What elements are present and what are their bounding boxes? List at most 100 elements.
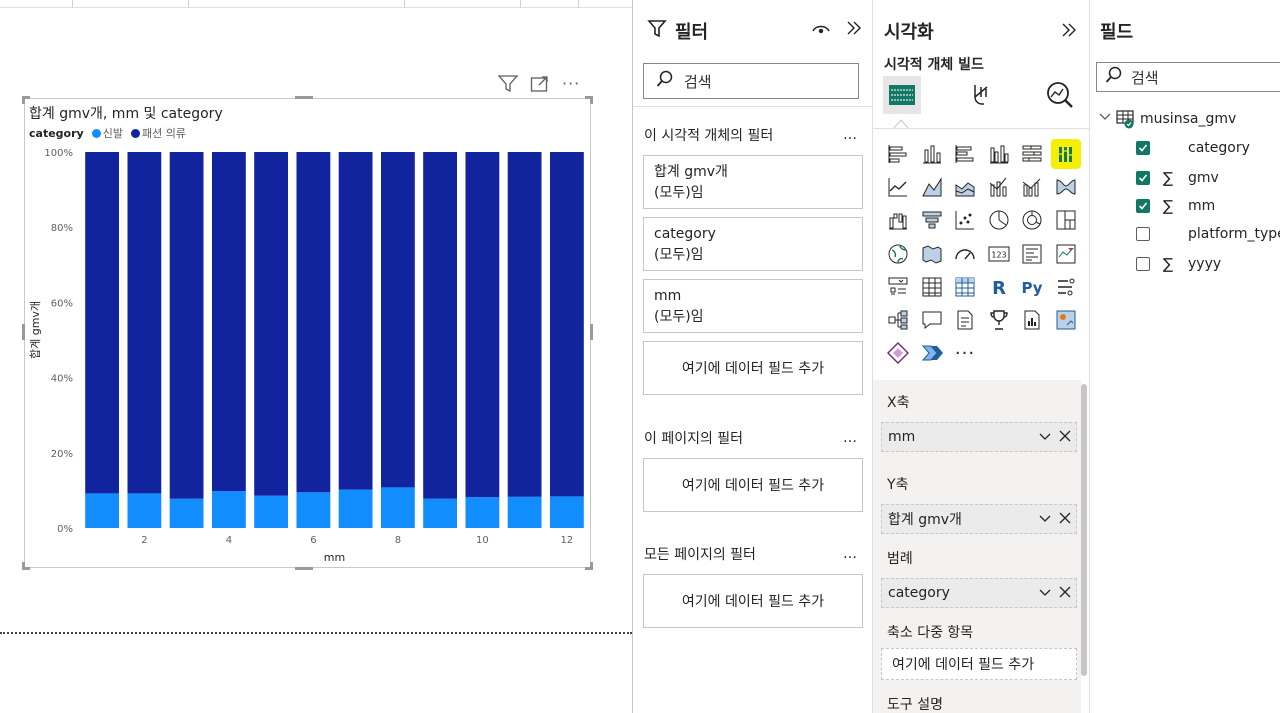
bar-shoes[interactable] <box>423 498 457 528</box>
resize-handle[interactable] <box>590 562 593 570</box>
checkbox[interactable] <box>1136 227 1150 242</box>
resize-handle[interactable] <box>295 567 313 570</box>
checkbox[interactable] <box>1136 256 1150 271</box>
bar-apparel[interactable] <box>507 152 542 497</box>
format-visual-tab[interactable] <box>962 76 1000 114</box>
key-influencers-icon[interactable] <box>1051 272 1081 302</box>
kpi-icon[interactable] <box>1051 239 1081 269</box>
area-chart-icon[interactable] <box>917 172 947 202</box>
gauge-icon[interactable] <box>950 239 980 269</box>
stacked-area-chart-icon[interactable] <box>950 172 980 202</box>
build-visual-tab[interactable] <box>883 76 921 114</box>
waterfall-chart-icon[interactable] <box>883 205 913 235</box>
bar-apparel[interactable] <box>169 152 204 499</box>
bar-shoes[interactable] <box>507 496 542 528</box>
bar-shoes[interactable] <box>381 487 415 528</box>
decomposition-tree-icon[interactable] <box>883 305 913 335</box>
bar-shoes[interactable] <box>169 498 204 528</box>
bar-shoes[interactable] <box>550 496 584 528</box>
ribbon-chart-icon[interactable] <box>1051 172 1081 202</box>
filter-icon[interactable] <box>498 74 518 93</box>
stacked-column-chart-icon[interactable] <box>917 139 947 169</box>
bar-shoes[interactable] <box>212 491 246 528</box>
filled-map-icon[interactable] <box>917 239 947 269</box>
chevron-down-icon[interactable] <box>1038 585 1052 603</box>
small-multiples-well[interactable]: 여기에 데이터 필드 추가 <box>881 648 1077 680</box>
bar-shoes[interactable] <box>254 495 288 528</box>
treemap-icon[interactable] <box>1051 205 1081 235</box>
slicer-icon[interactable] <box>883 272 913 302</box>
bar-apparel[interactable] <box>465 152 500 498</box>
filter-card-mm[interactable]: mm (모두)임 <box>643 279 863 333</box>
checkbox-checked[interactable] <box>1136 141 1150 155</box>
line-and-clustered-column-icon[interactable] <box>1017 172 1047 202</box>
legend-well[interactable]: category <box>881 578 1077 608</box>
more-options-icon[interactable]: ··· <box>562 74 580 93</box>
bar-shoes[interactable] <box>127 493 162 528</box>
arcgis-map-icon[interactable] <box>1051 305 1081 335</box>
collapse-pane-icon[interactable] <box>846 20 862 40</box>
more-visuals-icon[interactable]: ··· <box>950 338 980 368</box>
100-stacked-bar-chart-icon[interactable] <box>1017 139 1047 169</box>
bar-shoes[interactable] <box>85 493 119 528</box>
pie-chart-icon[interactable] <box>984 205 1014 235</box>
bar-apparel[interactable] <box>381 152 415 488</box>
python-visual-icon[interactable]: Py <box>1017 272 1047 302</box>
report-canvas[interactable]: ··· 합계 gmv개, mm 및 category category 신발 패… <box>0 8 632 713</box>
close-icon[interactable] <box>1058 585 1072 603</box>
resize-handle[interactable] <box>22 324 25 340</box>
chevron-down-icon[interactable] <box>1038 429 1052 447</box>
more-options-icon[interactable]: … <box>843 546 858 562</box>
table-icon[interactable] <box>917 272 947 302</box>
analytics-tab[interactable] <box>1041 76 1079 114</box>
scrollbar[interactable] <box>1081 384 1087 676</box>
donut-chart-icon[interactable] <box>1017 205 1047 235</box>
resize-handle[interactable] <box>295 96 313 99</box>
close-icon[interactable] <box>1058 429 1072 447</box>
bar-apparel[interactable] <box>423 152 457 499</box>
map-icon[interactable] <box>883 239 913 269</box>
bar-apparel[interactable] <box>550 152 584 497</box>
bar-apparel[interactable] <box>338 152 373 490</box>
bar-shoes[interactable] <box>338 489 373 528</box>
chevron-down-icon[interactable] <box>1038 511 1052 529</box>
filter-search-input[interactable]: 검색 <box>643 63 859 99</box>
line-chart-icon[interactable] <box>883 172 913 202</box>
paginated-report-icon[interactable] <box>1017 305 1047 335</box>
focus-mode-icon[interactable] <box>530 75 550 93</box>
power-automate-icon[interactable] <box>917 338 947 368</box>
power-apps-icon[interactable] <box>883 338 913 368</box>
qa-icon[interactable] <box>917 305 947 335</box>
clustered-column-chart-icon[interactable] <box>984 139 1014 169</box>
close-icon[interactable] <box>1058 511 1072 529</box>
funnel-chart-icon[interactable] <box>917 205 947 235</box>
clustered-bar-chart-icon[interactable] <box>950 139 980 169</box>
resize-handle[interactable] <box>22 96 25 104</box>
add-data-field-visual[interactable]: 여기에 데이터 필드 추가 <box>643 341 863 395</box>
filter-card-gmv[interactable]: 합계 gmv개 (모두)임 <box>643 155 863 209</box>
scatter-chart-icon[interactable] <box>950 205 980 235</box>
r-visual-icon[interactable]: R <box>984 272 1014 302</box>
add-data-field-all-pages[interactable]: 여기에 데이터 필드 추가 <box>643 574 863 628</box>
filter-card-category[interactable]: category (모두)임 <box>643 217 863 271</box>
field-item-category[interactable]: category <box>1136 140 1250 156</box>
table-musinsa-gmv[interactable]: musinsa_gmv <box>1098 109 1236 129</box>
eye-icon[interactable] <box>812 21 830 40</box>
bar-apparel[interactable] <box>127 152 162 494</box>
field-item-gmv[interactable]: ∑ gmv <box>1136 169 1219 187</box>
more-options-icon[interactable]: … <box>843 127 858 143</box>
bar-apparel[interactable] <box>85 152 119 494</box>
more-options-icon[interactable]: … <box>843 430 858 446</box>
metrics-icon[interactable] <box>984 305 1014 335</box>
bar-apparel[interactable] <box>254 152 288 496</box>
card-icon[interactable]: 123 <box>984 239 1014 269</box>
add-data-field-page[interactable]: 여기에 데이터 필드 추가 <box>643 458 863 512</box>
y-axis-well[interactable]: 합계 gmv개 <box>881 504 1077 534</box>
multi-row-card-icon[interactable] <box>1017 239 1047 269</box>
resize-handle[interactable] <box>22 562 25 570</box>
resize-handle[interactable] <box>590 96 593 104</box>
stacked-column-visual[interactable]: 합계 gmv개, mm 및 category category 신발 패션 의류… <box>22 96 593 570</box>
field-item-yyyy[interactable]: ∑ yyyy <box>1136 255 1221 273</box>
collapse-pane-icon[interactable] <box>1061 22 1077 42</box>
bar-shoes[interactable] <box>296 492 331 528</box>
